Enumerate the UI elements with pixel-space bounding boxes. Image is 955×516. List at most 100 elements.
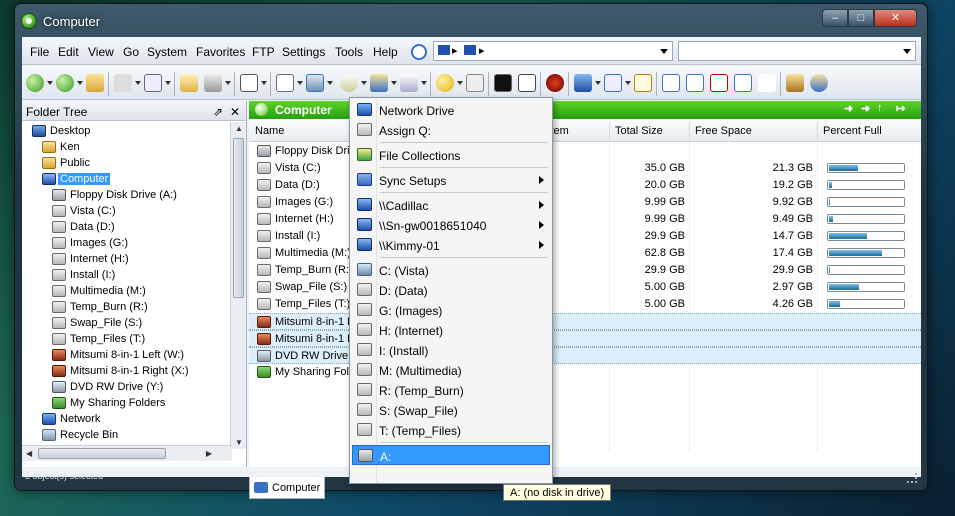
tree-horizontal-scrollbar[interactable]: ◀ ▶	[22, 445, 232, 461]
col-total-size[interactable]: Total Size	[615, 125, 663, 137]
close-button[interactable]: ✕	[874, 9, 917, 27]
menu-ftp[interactable]: FTP	[252, 45, 275, 59]
address-combo[interactable]: ▸ ▸	[433, 41, 673, 61]
drives-icon[interactable]	[306, 74, 324, 92]
col-percent-full[interactable]: Percent Full	[823, 125, 882, 137]
chevron-down-icon[interactable]	[77, 81, 83, 85]
delete-icon[interactable]	[710, 74, 728, 92]
network-icon[interactable]	[574, 74, 592, 92]
search-combo[interactable]	[678, 41, 916, 61]
address-segment[interactable]: ▸	[479, 44, 485, 57]
smiley-icon[interactable]	[436, 74, 454, 92]
forward-icon[interactable]	[56, 74, 74, 92]
help-context-icon[interactable]	[686, 74, 704, 92]
checklist-icon[interactable]	[144, 74, 162, 92]
chevron-down-icon[interactable]	[660, 49, 668, 54]
close-icon[interactable]: ✕	[230, 105, 240, 119]
edit-icon[interactable]	[370, 74, 388, 92]
command-prompt-icon[interactable]	[494, 74, 512, 92]
menu-file[interactable]: File	[30, 45, 49, 59]
scroll-left-icon[interactable]: ◀	[26, 449, 32, 458]
address-segment[interactable]: ▸	[452, 44, 458, 57]
copy-icon[interactable]	[466, 74, 484, 92]
chevron-down-icon[interactable]	[327, 81, 333, 85]
menu-item[interactable]: D: (Data)	[352, 280, 550, 300]
undo-icon[interactable]	[734, 74, 752, 92]
tree-vertical-scrollbar[interactable]: ▲ ▼	[230, 122, 246, 449]
chevron-down-icon[interactable]	[903, 49, 911, 54]
menu-edit[interactable]: Edit	[58, 45, 79, 59]
scrollbar-thumb[interactable]	[233, 138, 244, 298]
print-icon[interactable]	[204, 74, 222, 92]
menu-item[interactable]: \\Kimmy-01	[352, 235, 550, 255]
menu-item[interactable]: M: (Multimedia)	[352, 360, 550, 380]
menu-item[interactable]: C: (Vista)	[352, 260, 550, 280]
menu-favorites[interactable]: Favorites	[196, 45, 245, 59]
chevron-down-icon[interactable]	[625, 81, 631, 85]
menu-item[interactable]: \\Sn-gw0018651040	[352, 215, 550, 235]
tree-item[interactable]: Swap_File (S:)	[52, 316, 230, 332]
menu-settings[interactable]: Settings	[282, 45, 325, 59]
menu-tools[interactable]: Tools	[335, 45, 363, 59]
menu-item[interactable]: \\Cadillac	[352, 195, 550, 215]
nav-left-icon[interactable]: ➜	[844, 102, 853, 115]
email-icon[interactable]	[180, 74, 198, 92]
menu-item[interactable]: A:	[352, 445, 550, 465]
tree-item[interactable]: Mitsumi 8-in-1 Left (W:)	[52, 348, 230, 364]
chevron-down-icon[interactable]	[361, 81, 367, 85]
chevron-down-icon[interactable]	[225, 81, 231, 85]
properties-icon[interactable]	[400, 74, 418, 92]
undock-icon[interactable]: ⇗	[213, 105, 223, 119]
chevron-down-icon[interactable]	[47, 81, 53, 85]
chevron-down-icon[interactable]	[297, 81, 303, 85]
view-icon[interactable]	[634, 74, 652, 92]
maximize-button[interactable]: □	[848, 9, 874, 27]
tree-item[interactable]: Images (G:)	[52, 236, 230, 252]
nav-right-icon[interactable]: ➜	[861, 102, 870, 115]
bug-icon[interactable]	[546, 74, 564, 92]
resize-grip[interactable]	[907, 473, 917, 483]
search-icon[interactable]	[604, 74, 622, 92]
nav-up-icon[interactable]: ↑	[877, 102, 883, 114]
window-icon[interactable]	[276, 74, 294, 92]
tree-item[interactable]: Temp_Files (T:)	[52, 332, 230, 348]
tree-item[interactable]: DVD RW Drive (Y:)	[52, 380, 230, 396]
chevron-down-icon[interactable]	[135, 81, 141, 85]
command-prompt-icon[interactable]	[518, 74, 536, 92]
tree-item[interactable]: Temp_Burn (R:)	[52, 300, 230, 316]
col-name[interactable]: Name	[255, 125, 284, 137]
menu-go[interactable]: Go	[123, 45, 139, 59]
menu-item[interactable]: I: (Install)	[352, 340, 550, 360]
scrollbar-thumb[interactable]	[38, 448, 166, 459]
menu-view[interactable]: View	[88, 45, 114, 59]
chevron-down-icon[interactable]	[165, 81, 171, 85]
menu-item[interactable]: Sync Setups	[352, 170, 550, 190]
menu-item[interactable]: Assign Q:	[352, 120, 550, 140]
menu-item[interactable]: H: (Internet)	[352, 320, 550, 340]
tree-item[interactable]: Ken	[42, 140, 230, 156]
menu-system[interactable]: System	[147, 45, 187, 59]
help-icon[interactable]	[662, 74, 680, 92]
chevron-down-icon[interactable]	[391, 81, 397, 85]
tree-item[interactable]: Data (D:)	[52, 220, 230, 236]
tree-item[interactable]: Public	[42, 156, 230, 172]
chevron-down-icon[interactable]	[261, 81, 267, 85]
scroll-down-icon[interactable]: ▼	[235, 438, 243, 447]
users-icon[interactable]	[810, 74, 828, 92]
tree-item[interactable]: Desktop	[32, 124, 230, 140]
tree-item[interactable]: Internet (H:)	[52, 252, 230, 268]
back-icon[interactable]	[26, 74, 44, 92]
nav-go-icon[interactable]: ↦	[896, 102, 905, 115]
tree-item[interactable]: Floppy Disk Drive (A:)	[52, 188, 230, 204]
tree-item[interactable]: My Sharing Folders	[52, 396, 230, 412]
tree-item[interactable]: Computer	[42, 172, 230, 188]
menu-item[interactable]: S: (Swap_File)	[352, 400, 550, 420]
minimize-button[interactable]: –	[822, 9, 848, 27]
chevron-down-icon[interactable]	[457, 81, 463, 85]
history-clock-icon[interactable]	[411, 44, 427, 60]
notes-icon[interactable]	[786, 74, 804, 92]
menu-item[interactable]: File Collections	[352, 145, 550, 165]
menu-item[interactable]: G: (Images)	[352, 300, 550, 320]
tree-item[interactable]: Multimedia (M:)	[52, 284, 230, 300]
binoculars-icon[interactable]	[240, 74, 258, 92]
